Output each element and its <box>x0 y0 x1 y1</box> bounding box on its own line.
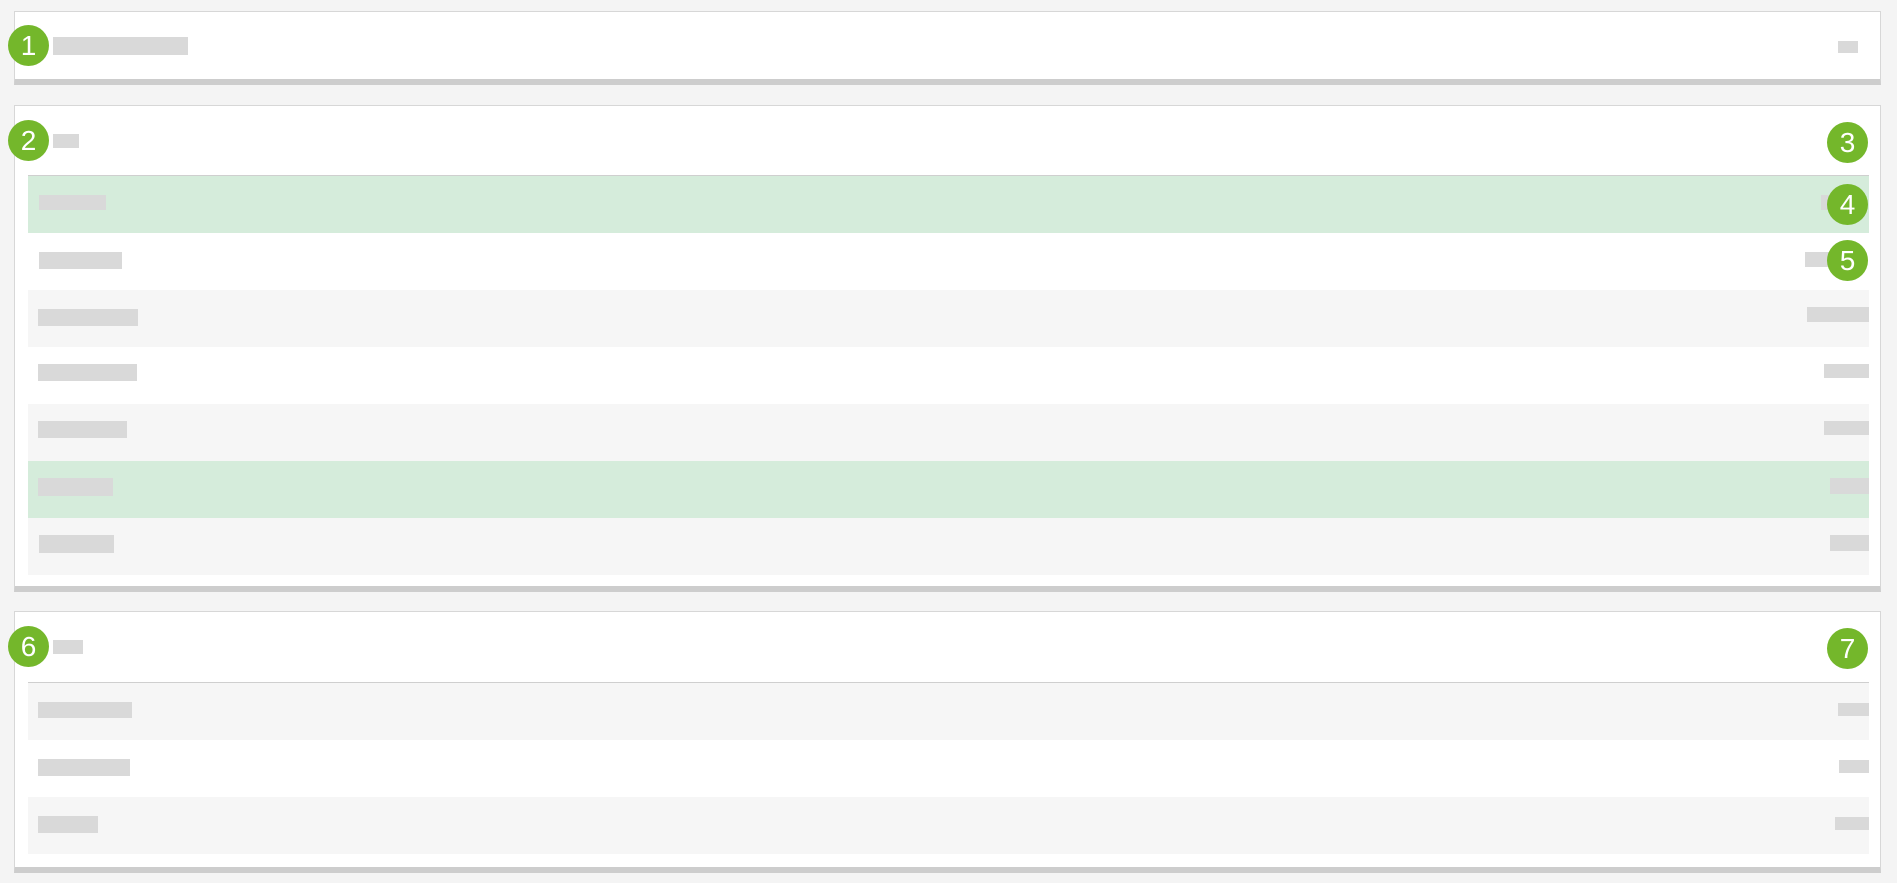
row-value-placeholder <box>1824 364 1869 378</box>
row-label-placeholder <box>39 535 114 553</box>
header-title-placeholder <box>73 37 188 55</box>
list-row[interactable] <box>28 347 1869 404</box>
callout-badge-4: 4 <box>1827 184 1868 225</box>
section-2-title-placeholder <box>53 640 83 654</box>
list-row[interactable] <box>28 233 1869 290</box>
row-label-placeholder <box>39 195 106 210</box>
callout-badge-6: 6 <box>8 626 49 667</box>
header-icon-placeholder <box>53 37 73 55</box>
row-label-placeholder <box>38 478 113 496</box>
row-value-placeholder <box>1824 421 1869 435</box>
list-panel-2 <box>14 611 1881 873</box>
list-row[interactable] <box>28 740 1869 797</box>
row-label-placeholder <box>38 421 127 438</box>
callout-badge-3: 3 <box>1827 122 1868 163</box>
row-label-placeholder <box>38 702 132 718</box>
row-value-placeholder <box>1835 817 1869 830</box>
list-row[interactable] <box>28 290 1869 347</box>
list-row[interactable] <box>28 683 1869 740</box>
row-value-placeholder <box>1830 535 1869 551</box>
row-value-placeholder <box>1830 478 1869 494</box>
list-row[interactable] <box>28 176 1869 233</box>
row-label-placeholder <box>39 252 122 269</box>
row-label-placeholder <box>38 364 137 381</box>
list-row[interactable] <box>28 461 1869 518</box>
callout-badge-7: 7 <box>1827 628 1868 669</box>
section-1-title-placeholder <box>53 134 79 148</box>
row-value-placeholder <box>1839 760 1869 773</box>
list-panel-1 <box>14 105 1881 592</box>
row-value-placeholder <box>1838 703 1869 716</box>
callout-badge-2: 2 <box>8 120 49 161</box>
row-value-placeholder <box>1807 307 1869 322</box>
row-label-placeholder <box>38 309 138 326</box>
list-row[interactable] <box>28 518 1869 575</box>
header-action-placeholder[interactable] <box>1838 41 1858 53</box>
row-label-placeholder <box>38 759 130 776</box>
callout-badge-1: 1 <box>8 25 49 66</box>
callout-badge-5: 5 <box>1827 240 1868 281</box>
list-row[interactable] <box>28 797 1869 854</box>
top-header-panel <box>14 11 1881 85</box>
row-label-placeholder <box>38 816 98 833</box>
list-row[interactable] <box>28 404 1869 461</box>
